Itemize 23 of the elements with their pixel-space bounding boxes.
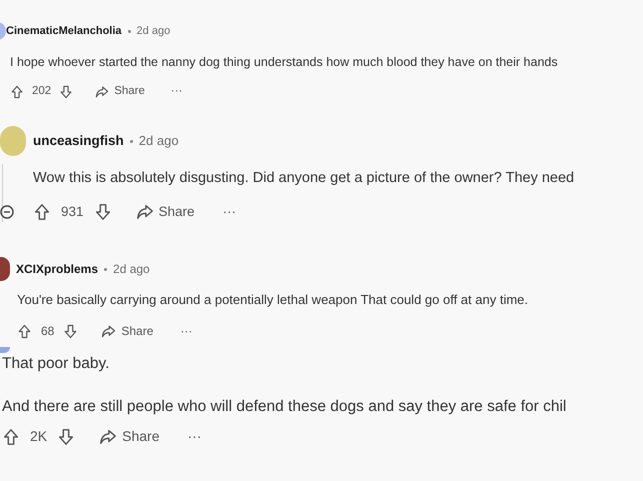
- comment-text: You're basically carrying around a potentially lethal weapon That could go off at any time.: [17, 291, 530, 309]
- username[interactable]: XCIXproblems: [16, 260, 98, 278]
- more-options-button[interactable]: ···: [222, 202, 236, 222]
- comment-text: I hope whoever started the nanny dog thing understands how much blood they have on their hands: [10, 54, 559, 71]
- username[interactable]: unceasingfish: [33, 130, 124, 152]
- share-button[interactable]: Share: [101, 322, 154, 340]
- username[interactable]: CinematicMelancholia: [6, 22, 122, 40]
- share-button[interactable]: Share: [99, 426, 160, 447]
- more-options-button[interactable]: ···: [170, 83, 182, 100]
- vote-count: 68: [41, 323, 54, 340]
- vote-count: 202: [32, 84, 52, 99]
- more-options-button[interactable]: ···: [187, 426, 202, 447]
- comment-text: That poor baby.: [2, 354, 110, 374]
- comment-text: And there are still people who will defend these dogs and say they are safe for chil: [2, 397, 568, 417]
- vote-count: 931: [61, 203, 84, 221]
- timestamp: 2d ago: [138, 132, 179, 150]
- timestamp: 2d ago: [136, 24, 170, 39]
- comment-text: Wow this is absolutely disgusting. Did anyone get a picture of the owner? They need: [33, 169, 576, 188]
- timestamp: 2d ago: [113, 261, 150, 278]
- vote-count: 2K: [30, 427, 48, 446]
- more-options-button[interactable]: ···: [180, 322, 192, 340]
- share-button[interactable]: Share: [136, 202, 195, 222]
- share-button[interactable]: Share: [95, 83, 145, 100]
